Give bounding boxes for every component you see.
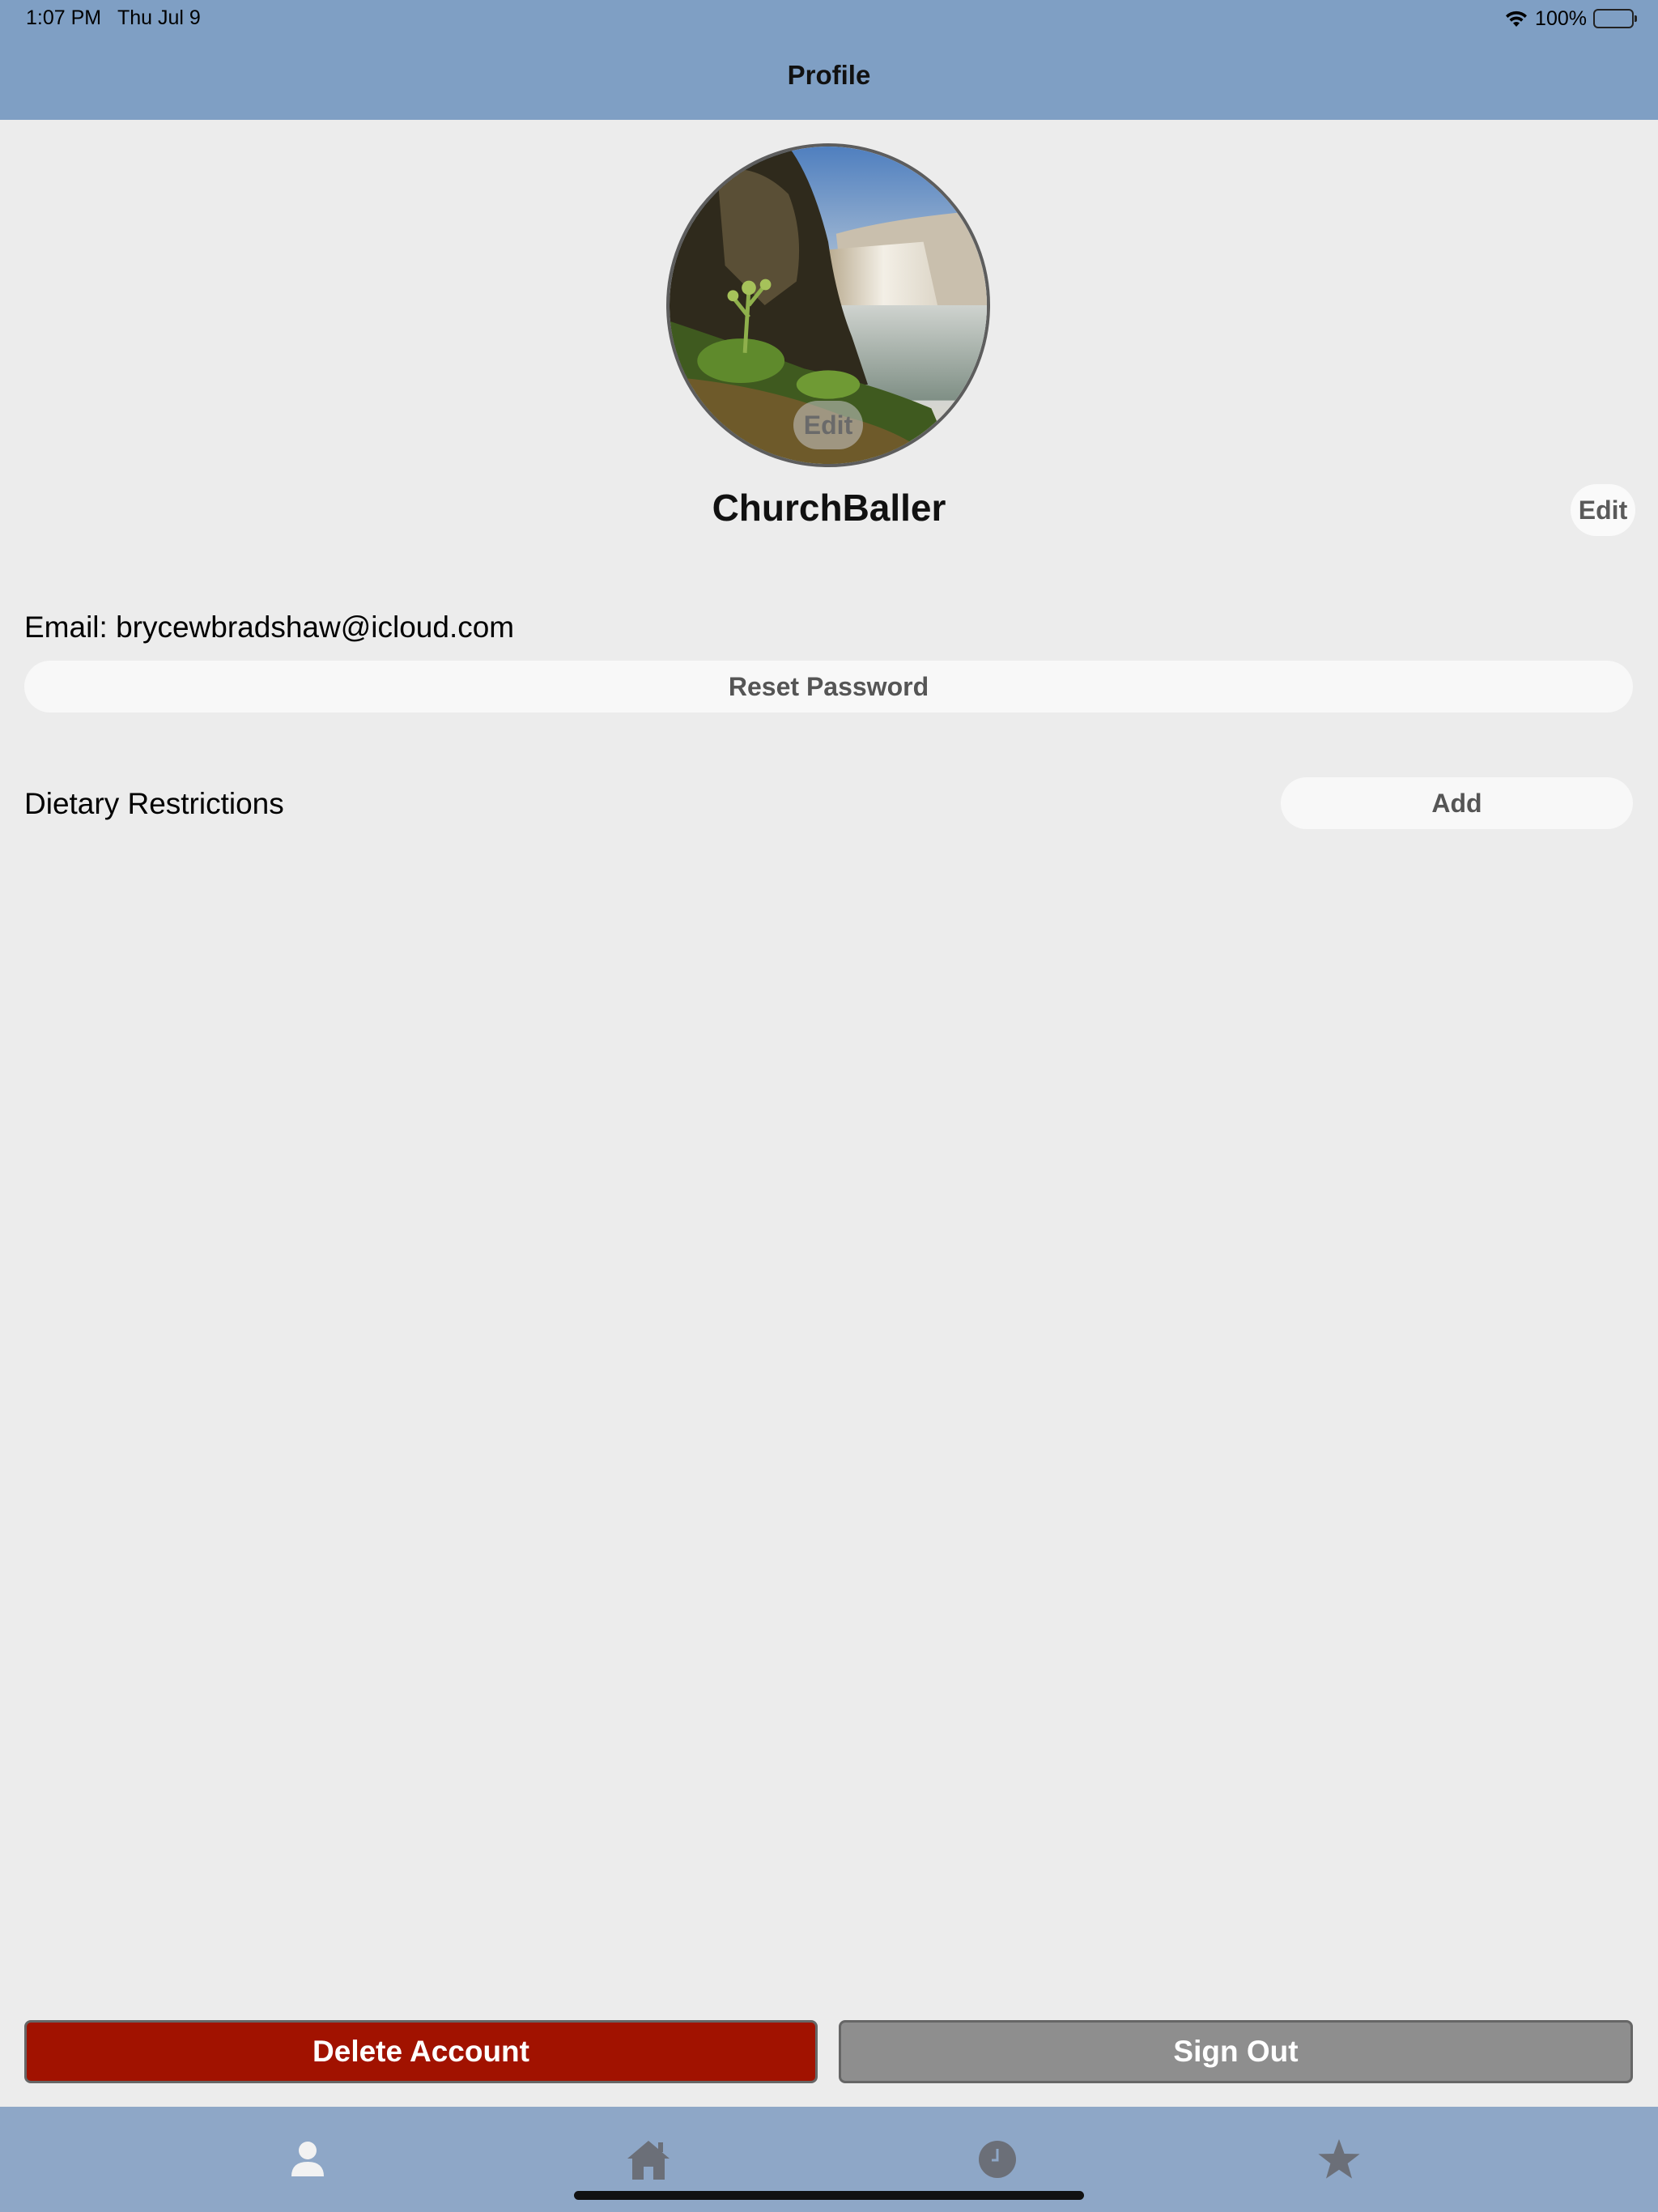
header-bar: 1:07 PM Thu Jul 9 100% Profile	[0, 0, 1658, 120]
clock-icon	[979, 2141, 1016, 2178]
reset-password-button[interactable]: Reset Password	[24, 661, 1633, 713]
username: ChurchBaller	[712, 487, 946, 529]
tab-history[interactable]	[969, 2131, 1026, 2188]
username-edit-button[interactable]: Edit	[1571, 484, 1635, 536]
delete-account-button[interactable]: Delete Account	[24, 2020, 818, 2083]
email-text: Email: brycewbradshaw@icloud.com	[24, 610, 515, 644]
home-icon	[627, 2141, 670, 2180]
page-title: Profile	[787, 60, 871, 90]
battery-icon	[1593, 9, 1637, 28]
add-dietary-restriction-button[interactable]: Add	[1281, 777, 1633, 829]
person-icon	[291, 2142, 324, 2176]
status-indicators: 100%	[1504, 5, 1637, 32]
tab-home[interactable]	[620, 2131, 677, 2188]
avatar-edit-button[interactable]: Edit	[793, 401, 863, 449]
star-icon	[1318, 2139, 1360, 2179]
status-date: Thu Jul 9	[117, 6, 201, 29]
sign-out-button[interactable]: Sign Out	[839, 2020, 1633, 2083]
wifi-icon	[1504, 9, 1528, 28]
battery-percent: 100%	[1535, 6, 1587, 30]
status-time: 1:07 PM	[26, 6, 102, 29]
tab-profile[interactable]	[279, 2131, 336, 2188]
profile-screen: 1:07 PM Thu Jul 9 100% Profile Edit Chur…	[0, 0, 1658, 2212]
dietary-restrictions-label: Dietary Restrictions	[24, 787, 284, 820]
home-indicator[interactable]	[574, 2191, 1084, 2200]
tab-favorites[interactable]	[1311, 2131, 1367, 2188]
